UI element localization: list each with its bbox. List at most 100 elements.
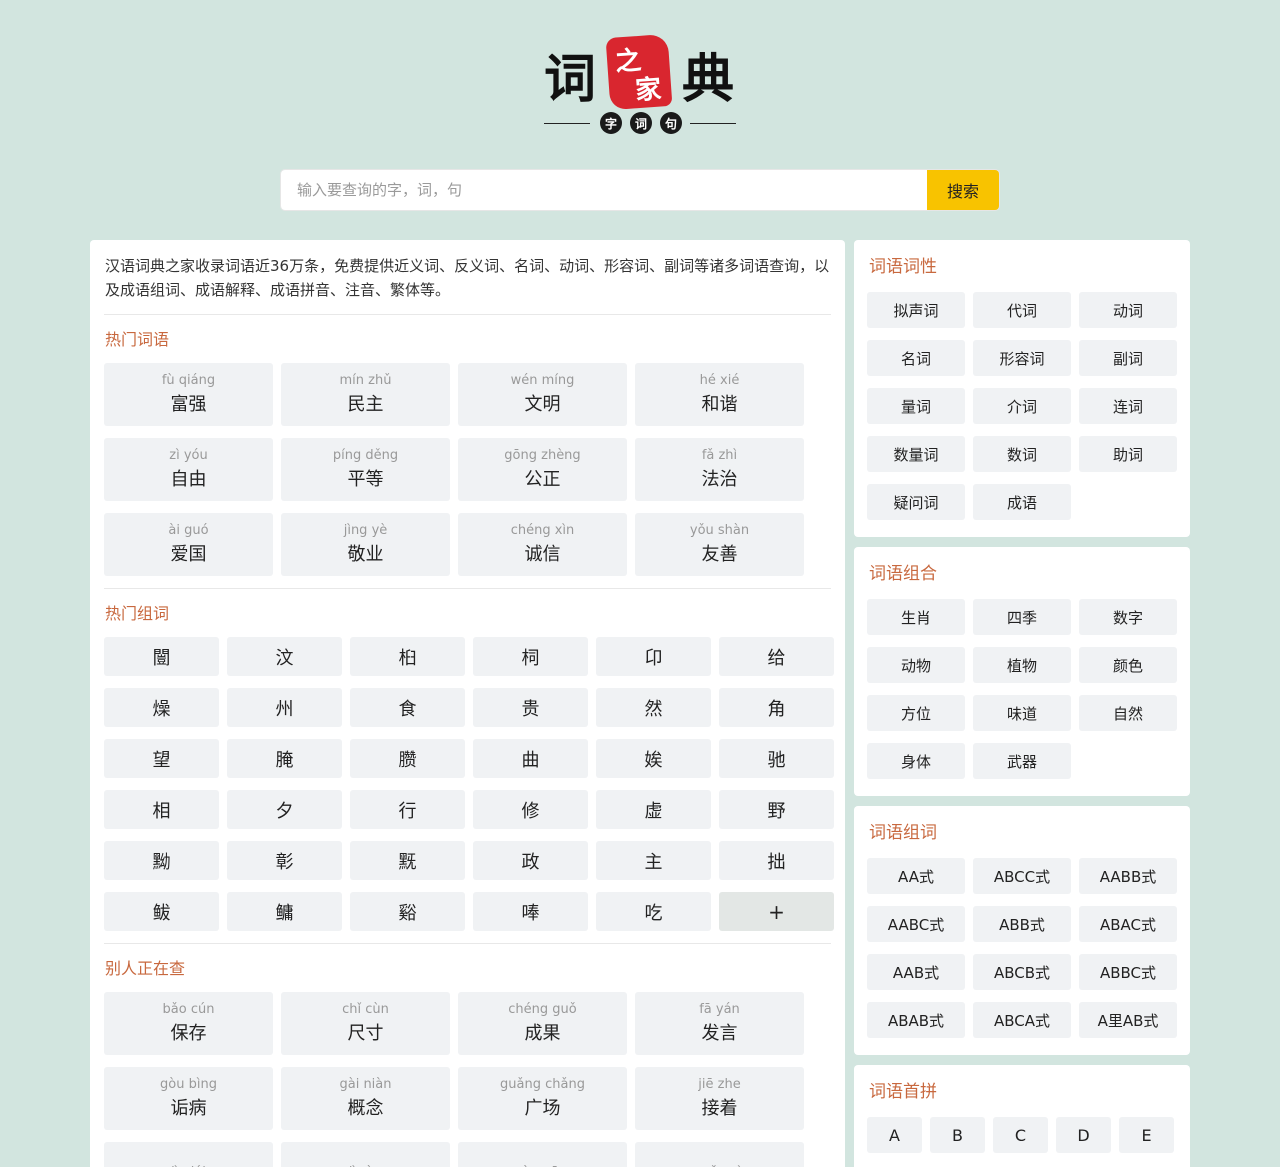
combo-tag[interactable]: 四季 [973,599,1071,635]
combo-tag[interactable]: 颜色 [1079,647,1177,683]
pos-tag[interactable]: 成语 [973,484,1071,520]
word-card[interactable]: jìng yè 敬业 [281,513,450,576]
char-link[interactable]: 望 [104,739,219,778]
pos-tag[interactable]: 动词 [1079,292,1177,328]
word-card[interactable]: chǐ cùn 尺寸 [281,992,450,1055]
search-input[interactable] [281,170,927,210]
char-link[interactable]: 驰 [719,739,834,778]
initial-letter[interactable]: C [993,1117,1048,1153]
combo-tag[interactable]: 植物 [973,647,1071,683]
char-link[interactable]: 彰 [227,841,342,880]
pattern-tag[interactable]: A里AB式 [1079,1002,1177,1038]
char-link[interactable]: 然 [596,688,711,727]
char-link[interactable]: 鳙 [227,892,342,931]
pos-tag[interactable]: 介词 [973,388,1071,424]
pos-tag[interactable]: 疑问词 [867,484,965,520]
char-link[interactable]: 汶 [227,637,342,676]
initial-letter[interactable]: E [1119,1117,1174,1153]
more-chars-button[interactable]: + [719,892,834,931]
char-link[interactable]: 野 [719,790,834,829]
search-button[interactable]: 搜索 [927,170,999,210]
pattern-tag[interactable]: AABB式 [1079,858,1177,894]
char-link[interactable]: 拙 [719,841,834,880]
pos-tag[interactable]: 量词 [867,388,965,424]
pattern-tag[interactable]: ABAC式 [1079,906,1177,942]
char-link[interactable]: 腌 [227,739,342,778]
pos-tag[interactable]: 连词 [1079,388,1177,424]
char-link[interactable]: 食 [350,688,465,727]
char-link[interactable]: 曲 [473,739,588,778]
word-card[interactable]: bǎo cún 保存 [104,992,273,1055]
word-card[interactable]: mǎn yì [635,1142,804,1167]
char-link[interactable]: 燥 [104,688,219,727]
pattern-tag[interactable]: ABCA式 [973,1002,1071,1038]
pattern-tag[interactable]: AA式 [867,858,965,894]
pattern-tag[interactable]: ABAB式 [867,1002,965,1038]
char-link[interactable]: 行 [350,790,465,829]
char-link[interactable]: 夕 [227,790,342,829]
combo-tag[interactable]: 自然 [1079,695,1177,731]
pos-tag[interactable]: 数词 [973,436,1071,472]
pos-tag[interactable]: 助词 [1079,436,1177,472]
pos-tag[interactable]: 代词 [973,292,1071,328]
word-card[interactable]: jì rùn [281,1142,450,1167]
char-link[interactable]: 虚 [596,790,711,829]
char-link[interactable]: 娭 [596,739,711,778]
char-link[interactable]: 修 [473,790,588,829]
char-link[interactable]: 谿 [350,892,465,931]
char-link[interactable]: 黝 [104,841,219,880]
initial-letter[interactable]: A [867,1117,922,1153]
word-card[interactable]: gōng zhèng 公正 [458,438,627,501]
site-logo[interactable]: 词 之 家 典 字 词 句 [540,28,740,138]
pattern-tag[interactable]: ABCC式 [973,858,1071,894]
word-card[interactable]: chéng guǒ 成果 [458,992,627,1055]
char-link[interactable]: 闓 [104,637,219,676]
word-card[interactable]: píng děng 平等 [281,438,450,501]
combo-tag[interactable]: 武器 [973,743,1071,779]
combo-tag[interactable]: 动物 [867,647,965,683]
word-card[interactable]: yǒu shàn 友善 [635,513,804,576]
char-link[interactable]: 主 [596,841,711,880]
pos-tag[interactable]: 名词 [867,340,965,376]
pattern-tag[interactable]: AABC式 [867,906,965,942]
word-card[interactable]: zì yóu 自由 [104,438,273,501]
word-card[interactable]: jìn lái [104,1142,273,1167]
combo-tag[interactable]: 方位 [867,695,965,731]
word-card[interactable]: mín zhǔ 民主 [281,363,450,426]
word-card[interactable]: mù guāng [458,1142,627,1167]
word-card[interactable]: fǎ zhì 法治 [635,438,804,501]
word-card[interactable]: chéng xìn 诚信 [458,513,627,576]
word-card[interactable]: gài niàn 概念 [281,1067,450,1130]
char-link[interactable]: 相 [104,790,219,829]
initial-letter[interactable]: D [1056,1117,1111,1153]
pos-tag[interactable]: 数量词 [867,436,965,472]
char-link[interactable]: 吃 [596,892,711,931]
char-link[interactable]: 给 [719,637,834,676]
pattern-tag[interactable]: ABBC式 [1079,954,1177,990]
char-link[interactable]: 政 [473,841,588,880]
char-link[interactable]: 唪 [473,892,588,931]
pattern-tag[interactable]: ABB式 [973,906,1071,942]
char-link[interactable]: 角 [719,688,834,727]
pos-tag[interactable]: 形容词 [973,340,1071,376]
word-card[interactable]: ài guó 爱国 [104,513,273,576]
char-link[interactable]: 黖 [350,841,465,880]
char-link[interactable]: 卬 [596,637,711,676]
char-link[interactable]: 州 [227,688,342,727]
pos-tag[interactable]: 拟声词 [867,292,965,328]
char-link[interactable]: 柌 [473,637,588,676]
combo-tag[interactable]: 身体 [867,743,965,779]
char-link[interactable]: 桕 [350,637,465,676]
pattern-tag[interactable]: ABCB式 [973,954,1071,990]
combo-tag[interactable]: 数字 [1079,599,1177,635]
initial-letter[interactable]: B [930,1117,985,1153]
pos-tag[interactable]: 副词 [1079,340,1177,376]
word-card[interactable]: wén míng 文明 [458,363,627,426]
word-card[interactable]: gòu bìng 诟病 [104,1067,273,1130]
word-card[interactable]: jiē zhe 接着 [635,1067,804,1130]
word-card[interactable]: guǎng chǎng 广场 [458,1067,627,1130]
word-card[interactable]: fā yán 发言 [635,992,804,1055]
char-link[interactable]: 贵 [473,688,588,727]
combo-tag[interactable]: 味道 [973,695,1071,731]
pattern-tag[interactable]: AAB式 [867,954,965,990]
